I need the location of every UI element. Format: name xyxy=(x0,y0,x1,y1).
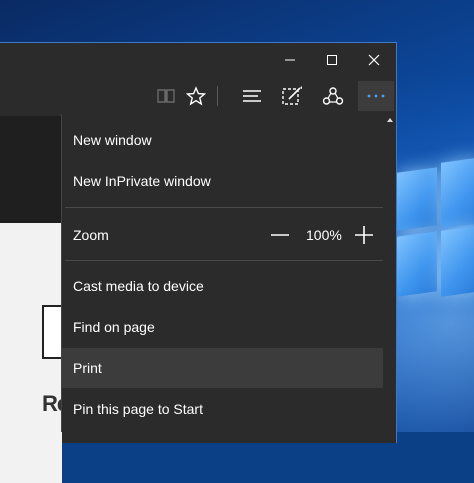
web-note-button[interactable] xyxy=(276,81,308,111)
page-search-box[interactable] xyxy=(42,305,62,359)
scroll-up-button[interactable] xyxy=(383,114,396,126)
zoom-in-button[interactable] xyxy=(352,225,376,245)
maximize-button[interactable] xyxy=(310,43,354,76)
hub-button[interactable] xyxy=(236,81,268,111)
menu-item-find-on-page[interactable]: Find on page xyxy=(62,307,384,347)
menu-item-new-window[interactable]: New window xyxy=(62,120,384,160)
close-icon xyxy=(368,54,380,65)
favorite-button[interactable] xyxy=(180,81,212,111)
scroll-track[interactable] xyxy=(385,128,394,428)
menu-item-cast-media[interactable]: Cast media to device xyxy=(62,266,384,306)
reading-view-icon xyxy=(157,89,175,103)
menu-separator xyxy=(65,260,384,261)
maximize-icon xyxy=(327,54,337,65)
menu-item-print[interactable]: Print xyxy=(62,348,384,388)
zoom-label: Zoom xyxy=(73,227,109,243)
minimize-button[interactable] xyxy=(268,43,312,76)
web-note-icon xyxy=(282,86,302,105)
reading-view-button[interactable] xyxy=(150,81,182,111)
close-button[interactable] xyxy=(352,43,396,76)
page-header-area xyxy=(0,116,62,223)
zoom-value: 100% xyxy=(306,227,342,243)
menu-scrollbar[interactable] xyxy=(383,114,396,432)
share-button[interactable] xyxy=(317,81,349,111)
hub-icon xyxy=(243,90,261,102)
menu-separator xyxy=(65,207,384,208)
more-actions-button[interactable] xyxy=(358,81,394,111)
zoom-out-button[interactable] xyxy=(268,225,292,245)
toolbar-separator xyxy=(217,86,218,106)
windows-logo xyxy=(395,157,474,440)
more-actions-menu: New window New InPrivate window Zoom 100… xyxy=(61,114,386,432)
minus-icon xyxy=(271,234,289,236)
plus-icon xyxy=(355,226,373,244)
chevron-up-icon xyxy=(386,118,393,122)
favorite-star-icon xyxy=(186,86,206,106)
browser-toolbar xyxy=(0,76,396,116)
menu-item-pin-to-start[interactable]: Pin this page to Start xyxy=(62,389,384,429)
title-bar xyxy=(0,43,396,76)
minimize-icon xyxy=(285,59,295,60)
zoom-row: Zoom 100% xyxy=(62,215,384,255)
more-actions-icon xyxy=(367,94,385,98)
share-icon xyxy=(322,87,344,105)
menu-item-new-inprivate-window[interactable]: New InPrivate window xyxy=(62,161,384,201)
